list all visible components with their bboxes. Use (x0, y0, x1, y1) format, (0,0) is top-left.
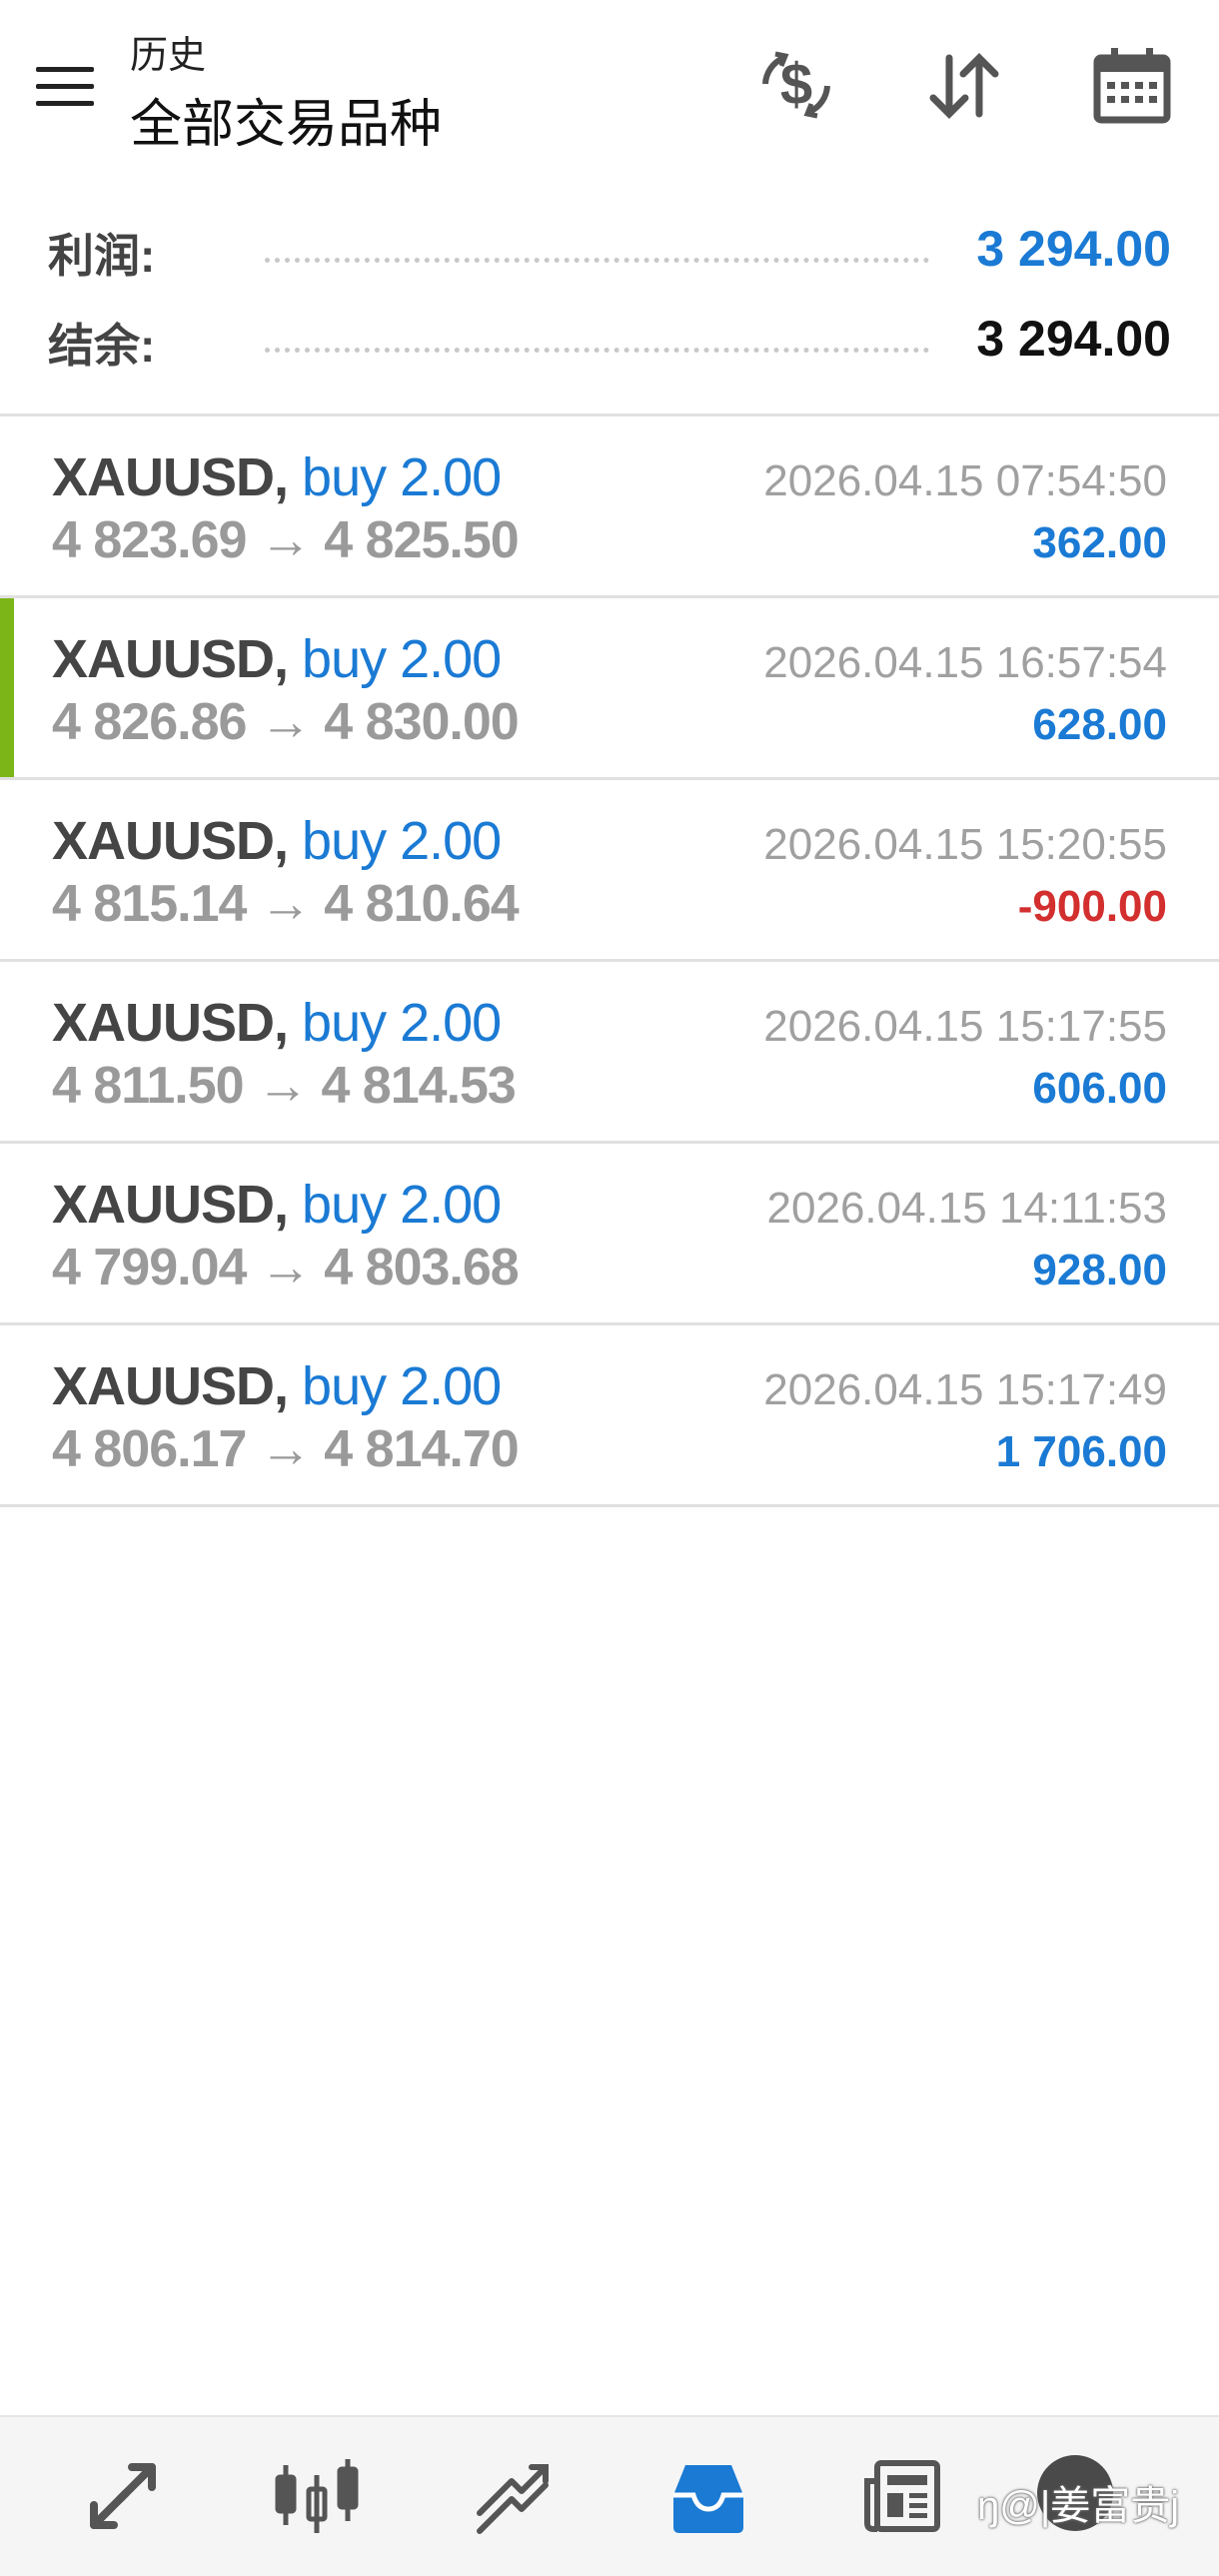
deal-row[interactable]: XAUUSD, buy 2.00 4 806.17 → 4 814.70 202… (0, 1325, 1219, 1507)
deal-prices: 4 823.69 → 4 825.50 (52, 511, 520, 569)
deal-profit: 362.00 (1032, 518, 1167, 567)
currency-icon[interactable]: $ (751, 40, 841, 130)
deal-type: buy 2.00 (302, 811, 502, 871)
news-icon[interactable] (857, 2451, 947, 2541)
deal-type: buy 2.00 (302, 447, 502, 507)
balance-label: 结余: (48, 320, 156, 372)
deal-symbol: XAUUSD, buy 2.00 (52, 993, 502, 1053)
bottom-navigation: ŋ@|姜富贵j (0, 2415, 1219, 2576)
deal-symbol: XAUUSD, buy 2.00 (52, 1175, 502, 1235)
profit-label: 利润: (48, 230, 156, 282)
deal-type: buy 2.00 (302, 629, 502, 689)
deal-time: 2026.04.15 15:17:55 (763, 1002, 1167, 1051)
watermark: ŋ@|姜富贵j (977, 2484, 1180, 2528)
deal-symbol: XAUUSD, buy 2.00 (52, 447, 502, 507)
history-icon[interactable] (663, 2451, 753, 2541)
deal-time: 2026.04.15 07:54:50 (763, 456, 1167, 505)
deal-profit: 928.00 (1032, 1246, 1167, 1294)
menu-icon[interactable] (30, 60, 100, 120)
deals-list: XAUUSD, buy 2.00 4 823.69 → 4 825.50 202… (0, 414, 1219, 1507)
deal-type: buy 2.00 (302, 1175, 502, 1235)
deal-profit: -900.00 (1017, 882, 1167, 931)
deal-time: 2026.04.15 15:17:49 (763, 1365, 1167, 1414)
profit-value: 3 294.00 (976, 221, 1171, 277)
deal-row[interactable]: XAUUSD, buy 2.00 4 811.50 → 4 814.53 202… (0, 962, 1219, 1144)
deal-symbol: XAUUSD, buy 2.00 (52, 1356, 502, 1416)
deal-profit: 628.00 (1032, 700, 1167, 749)
deal-prices: 4 806.17 → 4 814.70 (52, 1420, 520, 1478)
dotted-leader (265, 258, 929, 263)
deal-prices: 4 826.86 → 4 830.00 (52, 693, 520, 751)
deal-row[interactable]: XAUUSD, buy 2.00 4 815.14 → 4 810.64 202… (0, 780, 1219, 962)
deal-profit: 606.00 (1032, 1064, 1167, 1113)
deal-symbol: XAUUSD, buy 2.00 (52, 811, 502, 871)
dotted-leader (265, 348, 929, 353)
deal-time: 2026.04.15 15:20:55 (763, 820, 1167, 869)
deal-profit: 1 706.00 (995, 1427, 1167, 1476)
deal-type: buy 2.00 (302, 1356, 502, 1416)
deal-row[interactable]: XAUUSD, buy 2.00 4 823.69 → 4 825.50 202… (0, 417, 1219, 598)
deal-prices: 4 815.14 → 4 810.64 (52, 875, 520, 933)
calendar-icon[interactable] (1087, 40, 1177, 130)
balance-value: 3 294.00 (976, 311, 1171, 367)
symbol-filter[interactable]: 全部交易品种 (130, 82, 442, 157)
chart-icon[interactable] (272, 2451, 362, 2541)
profit-row: 利润: 3 294.00 (0, 210, 1219, 290)
deal-symbol: XAUUSD, buy 2.00 (52, 629, 502, 689)
deal-time: 2026.04.15 14:11:53 (766, 1184, 1167, 1233)
sort-icon[interactable] (919, 40, 1009, 130)
deal-row[interactable]: XAUUSD, buy 2.00 4 826.86 → 4 830.00 202… (0, 598, 1219, 780)
deal-time: 2026.04.15 16:57:54 (763, 638, 1167, 687)
trade-icon[interactable] (468, 2451, 558, 2541)
screen-title: 历史 (130, 35, 207, 77)
deal-prices: 4 811.50 → 4 814.53 (52, 1057, 517, 1115)
deal-row[interactable]: XAUUSD, buy 2.00 4 799.04 → 4 803.68 202… (0, 1144, 1219, 1325)
balance-row: 结余: 3 294.00 (0, 300, 1219, 380)
deal-prices: 4 799.04 → 4 803.68 (52, 1239, 520, 1296)
top-app-bar: 历史 全部交易品种 $ (0, 0, 1219, 195)
deal-type: buy 2.00 (302, 993, 502, 1053)
quotes-icon[interactable] (78, 2451, 168, 2541)
